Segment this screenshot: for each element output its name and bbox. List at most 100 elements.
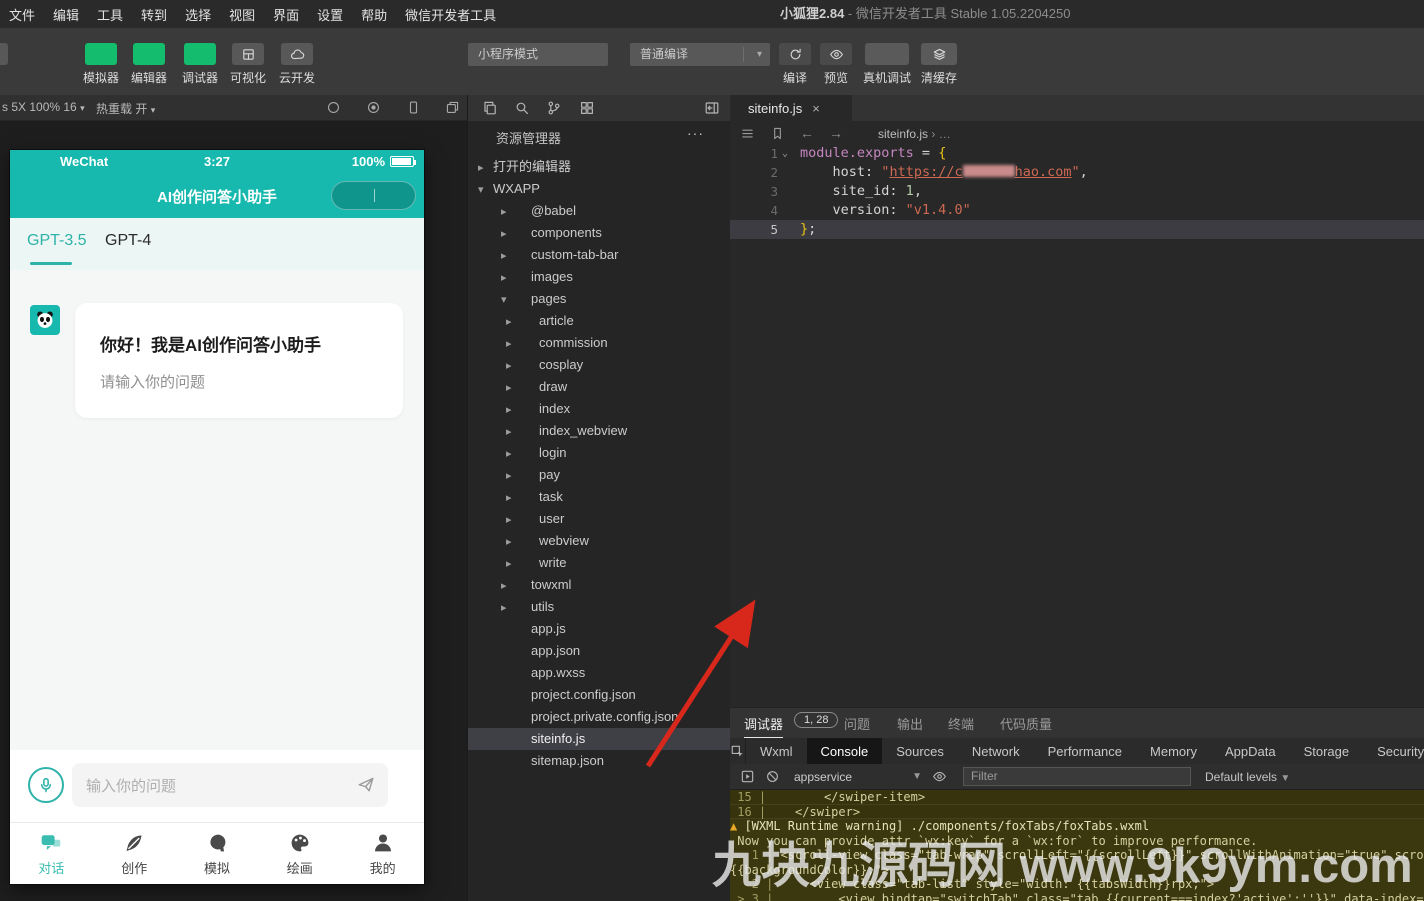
devtools-tab-storage[interactable]: Storage bbox=[1290, 738, 1364, 764]
menu-10[interactable]: 微信开发者工具 bbox=[396, 5, 505, 24]
tabbar-item-chat[interactable]: 对话 bbox=[10, 823, 93, 884]
log-levels-dropdown[interactable]: Default levels ▼ bbox=[1205, 770, 1290, 784]
fold-chevron-icon[interactable]: ⌄ bbox=[782, 144, 788, 163]
devtools-tab-console[interactable]: Console bbox=[807, 738, 883, 764]
menu-8[interactable]: 设置 bbox=[308, 5, 352, 24]
send-icon[interactable] bbox=[356, 774, 376, 799]
debugger-tab-4[interactable]: 终端 bbox=[948, 714, 974, 733]
code-line-3[interactable]: 3 site_id: 1, bbox=[730, 182, 1424, 201]
devtools-tab-performance[interactable]: Performance bbox=[1034, 738, 1136, 764]
menu-9[interactable]: 帮助 bbox=[352, 5, 396, 24]
code-lines[interactable]: 1⌄module.exports = {2 host: "https://cha… bbox=[730, 144, 1424, 239]
tree-item-article[interactable]: ▸article bbox=[468, 310, 731, 332]
compile-button[interactable] bbox=[779, 43, 811, 65]
menu-1[interactable]: 文件 bbox=[0, 5, 44, 24]
outline-icon[interactable] bbox=[740, 126, 755, 141]
tree-item-pages[interactable]: ▾pages bbox=[468, 288, 731, 310]
tree-item-login[interactable]: ▸login bbox=[468, 442, 731, 464]
tree-item-project.private.config.json[interactable]: project.private.config.json bbox=[468, 706, 731, 728]
tree-item-images[interactable]: ▸images bbox=[468, 266, 731, 288]
editor-toggle-button[interactable] bbox=[133, 43, 165, 65]
tree-item-siteinfo.js[interactable]: siteinfo.js bbox=[468, 728, 731, 750]
tree-item-task[interactable]: ▸task bbox=[468, 486, 731, 508]
editor-tab-siteinfo[interactable]: siteinfo.js × bbox=[730, 95, 852, 121]
collapse-panel-icon[interactable] bbox=[704, 100, 720, 116]
nav-back-icon[interactable]: ← bbox=[800, 125, 814, 141]
tree-item-cosplay[interactable]: ▸cosplay bbox=[468, 354, 731, 376]
tab-gpt35[interactable]: GPT-3.5 bbox=[27, 232, 87, 250]
multi-window-icon[interactable] bbox=[445, 100, 460, 115]
mode-select[interactable]: 小程序模式 bbox=[468, 43, 608, 66]
simulator-toggle-button[interactable] bbox=[85, 43, 117, 65]
breadcrumb-file[interactable]: siteinfo.js › … bbox=[878, 127, 951, 141]
tree-item-commission[interactable]: ▸commission bbox=[468, 332, 731, 354]
question-input[interactable]: 输入你的问题 bbox=[72, 763, 388, 807]
code-line-4[interactable]: 4 version: "v1.4.0" bbox=[730, 201, 1424, 220]
tree-item-index_webview[interactable]: ▸index_webview bbox=[468, 420, 731, 442]
tree-item-WXAPP[interactable]: ▾WXAPP bbox=[468, 178, 731, 200]
hot-reload-dropdown[interactable]: 热重载 开 ▾ bbox=[96, 100, 155, 117]
device-zoom-dropdown[interactable]: s 5X 100% 16 ▾ bbox=[2, 100, 85, 114]
device-frame-icon[interactable] bbox=[406, 100, 421, 115]
tree-item-@babel[interactable]: ▸@babel bbox=[468, 200, 731, 222]
nav-forward-icon[interactable]: → bbox=[829, 125, 843, 141]
clear-cache-button[interactable] bbox=[921, 43, 957, 65]
debugger-tab-2[interactable]: 问题 bbox=[844, 714, 870, 733]
close-icon[interactable]: × bbox=[812, 101, 820, 116]
tabbar-item-feather[interactable]: 创作 bbox=[93, 823, 176, 884]
voice-input-button[interactable] bbox=[28, 767, 64, 803]
menu-5[interactable]: 选择 bbox=[176, 5, 220, 24]
tree-item-utils[interactable]: ▸utils bbox=[468, 596, 731, 618]
tree-item-app.wxss[interactable]: app.wxss bbox=[468, 662, 731, 684]
show-drawer-icon[interactable] bbox=[740, 769, 755, 784]
files-icon[interactable] bbox=[482, 100, 498, 116]
devtools-tab-wxml[interactable]: Wxml bbox=[746, 738, 807, 764]
compile-mode-select[interactable]: 普通编译 ▾ bbox=[630, 43, 770, 66]
tree-item-webview[interactable]: ▸webview bbox=[468, 530, 731, 552]
debugger-tab-3[interactable]: 输出 bbox=[897, 714, 923, 733]
tree-item-index[interactable]: ▸index bbox=[468, 398, 731, 420]
tree-item-draw[interactable]: ▸draw bbox=[468, 376, 731, 398]
context-select[interactable]: appservice▼ bbox=[794, 770, 922, 784]
tree-item-towxml[interactable]: ▸towxml bbox=[468, 574, 731, 596]
menu-3[interactable]: 工具 bbox=[88, 5, 132, 24]
tree-item-components[interactable]: ▸components bbox=[468, 222, 731, 244]
code-line-1[interactable]: 1⌄module.exports = { bbox=[730, 144, 1424, 163]
visualize-button[interactable] bbox=[232, 43, 264, 65]
tree-item-project.config.json[interactable]: project.config.json bbox=[468, 684, 731, 706]
tree-item-[interactable]: ▸打开的编辑器 bbox=[468, 156, 731, 178]
devtools-tab-security[interactable]: Security bbox=[1363, 738, 1424, 764]
code-line-2[interactable]: 2 host: "https://chao.com", bbox=[730, 163, 1424, 182]
inspect-element-icon[interactable] bbox=[730, 738, 746, 764]
cloud-dev-button[interactable] bbox=[281, 43, 313, 65]
tree-item-app.js[interactable]: app.js bbox=[468, 618, 731, 640]
preview-button[interactable] bbox=[820, 43, 852, 65]
tree-item-app.json[interactable]: app.json bbox=[468, 640, 731, 662]
devtools-tab-appdata[interactable]: AppData bbox=[1211, 738, 1290, 764]
tab-gpt4[interactable]: GPT-4 bbox=[105, 232, 151, 250]
menu-2[interactable]: 编辑 bbox=[44, 5, 88, 24]
debugger-tab-1[interactable]: 调试器 bbox=[744, 714, 783, 739]
devtools-tab-sources[interactable]: Sources bbox=[882, 738, 958, 764]
devtools-tab-network[interactable]: Network bbox=[958, 738, 1034, 764]
tabbar-item-palette[interactable]: 绘画 bbox=[258, 823, 341, 884]
tabbar-item-person[interactable]: 我的 bbox=[341, 823, 424, 884]
record-icon[interactable] bbox=[326, 100, 341, 115]
devtools-tab-memory[interactable]: Memory bbox=[1136, 738, 1211, 764]
debugger-toggle-button[interactable] bbox=[184, 43, 216, 65]
menu-7[interactable]: 界面 bbox=[264, 5, 308, 24]
bookmark-icon[interactable] bbox=[770, 126, 785, 141]
tree-item-user[interactable]: ▸user bbox=[468, 508, 731, 530]
clear-console-icon[interactable] bbox=[765, 769, 780, 784]
tree-item-write[interactable]: ▸write bbox=[468, 552, 731, 574]
menu-6[interactable]: 视图 bbox=[220, 5, 264, 24]
capsule-menu-button[interactable] bbox=[331, 181, 416, 210]
more-actions-icon[interactable]: ··· bbox=[687, 125, 704, 141]
remote-debug-button[interactable] bbox=[865, 43, 909, 65]
stop-record-icon[interactable] bbox=[366, 100, 381, 115]
code-line-5[interactable]: 5}; bbox=[730, 220, 1424, 239]
left-edge-partial-button[interactable] bbox=[0, 43, 8, 65]
tabbar-item-head[interactable]: 模拟 bbox=[176, 823, 259, 884]
console-filter-input[interactable]: Filter bbox=[963, 767, 1191, 786]
tree-item-custom-tab-bar[interactable]: ▸custom-tab-bar bbox=[468, 244, 731, 266]
